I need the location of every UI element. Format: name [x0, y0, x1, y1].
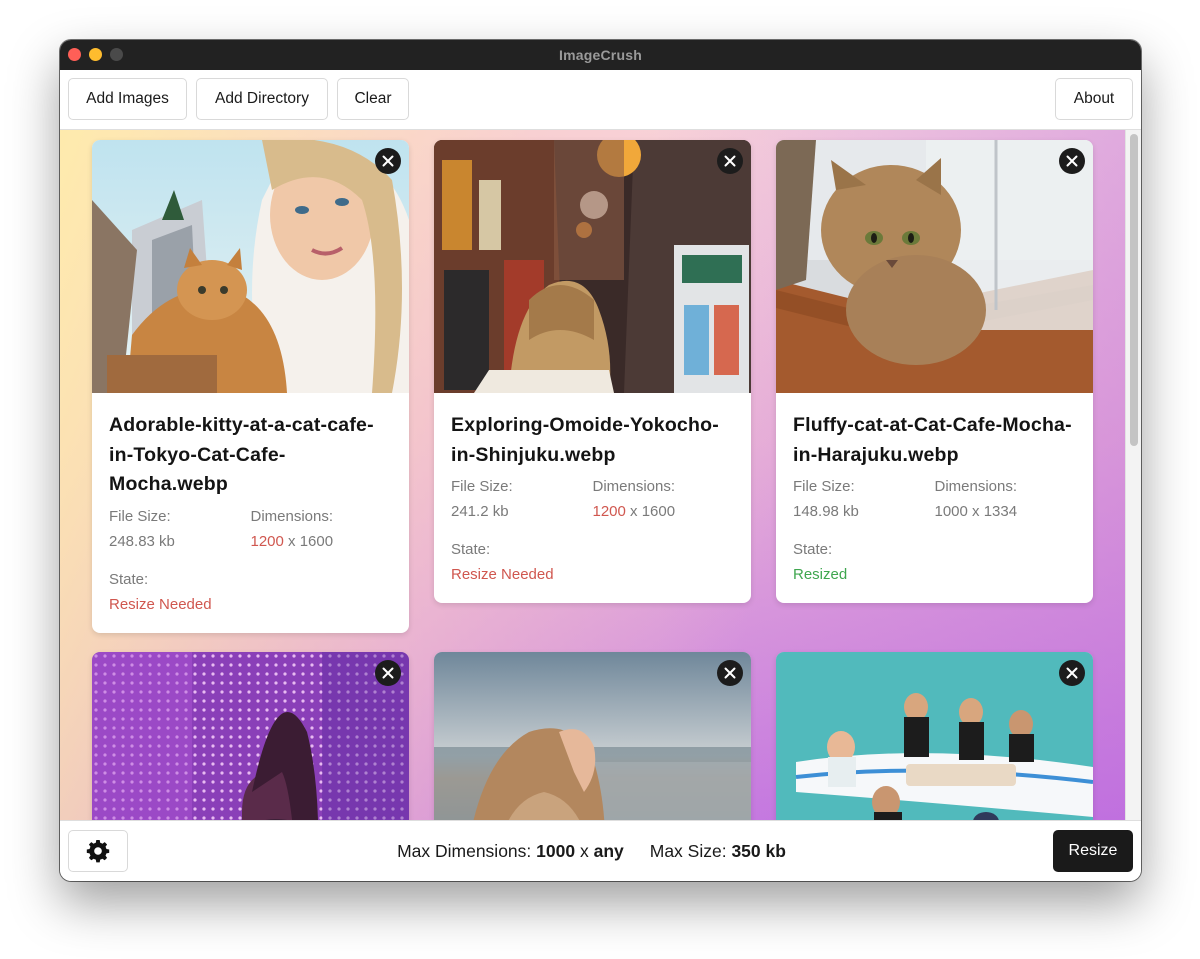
close-icon [1066, 667, 1078, 679]
height-value: 1600 [299, 532, 334, 550]
close-icon [724, 155, 736, 167]
dimensions-value: 1000 x 1334 [935, 499, 1077, 524]
image-thumbnail [434, 140, 751, 393]
file-size-label: File Size: [109, 507, 171, 525]
vertical-scrollbar[interactable] [1125, 130, 1141, 820]
resize-settings-summary: Max Dimensions: 1000 x any Max Size: 350… [60, 821, 1123, 881]
image-thumbnail [434, 652, 751, 820]
file-name: Adorable-kitty-at-a-cat-cafe-in-Tokyo-Ca… [109, 414, 374, 495]
window-title: ImageCrush [559, 47, 642, 63]
image-card: Exploring-Omoide-Yokocho-in-Shinjuku.web… [434, 140, 751, 603]
close-icon [382, 155, 394, 167]
state-value: Resize Needed [109, 595, 212, 613]
title-bar: ImageCrush [60, 40, 1141, 70]
max-width-value: 1000 [536, 841, 576, 861]
remove-image-button[interactable] [375, 660, 401, 686]
scrollbar-thumb[interactable] [1130, 134, 1138, 446]
add-images-button[interactable]: Add Images [68, 78, 187, 120]
file-size-value: 148.98 kb [793, 503, 859, 520]
close-icon [724, 667, 736, 679]
dimensions-label: Dimensions: [592, 478, 676, 495]
max-height-value: any [593, 841, 624, 861]
file-name: Exploring-Omoide-Yokocho-in-Shinjuku.web… [451, 414, 719, 466]
remove-image-button[interactable] [717, 148, 743, 174]
state-value: Resize Needed [451, 566, 554, 583]
image-thumbnail [92, 652, 409, 820]
dimensions-value: 1200 x 1600 [593, 499, 735, 524]
resize-button[interactable]: Resize [1053, 830, 1133, 872]
image-grid[interactable]: Adorable-kitty-at-a-cat-cafe-in-Tokyo-Ca… [60, 130, 1141, 820]
file-size-value: 248.83 kb [109, 532, 175, 550]
about-button[interactable]: About [1055, 78, 1133, 120]
max-dimensions-separator: x [579, 841, 589, 861]
height-value: 1334 [983, 503, 1018, 520]
max-dimensions-label: Max Dimensions: [397, 841, 532, 861]
dimensions-label: Dimensions: [934, 478, 1018, 495]
image-card [434, 652, 751, 820]
max-dimensions: Max Dimensions: 1000 x any [397, 841, 624, 862]
max-size: Max Size: 350 kb [650, 841, 786, 862]
max-size-value: 350 kb [731, 841, 786, 861]
toolbar: Add Images Add Directory Clear About [60, 70, 1141, 130]
clear-button[interactable]: Clear [337, 78, 409, 120]
image-card [776, 652, 1093, 820]
height-value: 1600 [641, 503, 676, 520]
close-window-button[interactable] [68, 48, 81, 61]
dimensions-label: Dimensions: [250, 507, 334, 525]
max-size-label: Max Size: [649, 841, 727, 861]
dimension-separator: x [630, 503, 638, 520]
remove-image-button[interactable] [1059, 148, 1085, 174]
image-thumbnail [776, 652, 1093, 820]
remove-image-button[interactable] [717, 660, 743, 686]
remove-image-button[interactable] [1059, 660, 1085, 686]
file-size-value: 241.2 kb [451, 503, 509, 520]
minimize-window-button[interactable] [89, 48, 102, 61]
state-value: Resized [793, 566, 848, 583]
image-thumbnail [776, 140, 1093, 393]
image-thumbnail [92, 140, 409, 393]
state-label: State: [109, 570, 149, 588]
close-icon [1066, 155, 1078, 167]
image-card [92, 652, 409, 820]
width-value: 1200 [592, 503, 626, 520]
add-directory-button[interactable]: Add Directory [196, 78, 328, 120]
dimension-separator: x [972, 503, 980, 520]
image-card: Fluffy-cat-at-Cat-Cafe-Mocha-in-Harajuku… [776, 140, 1093, 603]
remove-image-button[interactable] [375, 148, 401, 174]
close-icon [382, 667, 394, 679]
bottom-bar: Max Dimensions: 1000 x any Max Size: 350… [60, 820, 1141, 881]
file-size-label: File Size: [451, 478, 513, 495]
dimension-separator: x [288, 532, 296, 550]
state-label: State: [793, 541, 833, 558]
file-size-label: File Size: [793, 478, 855, 495]
image-card: Adorable-kitty-at-a-cat-cafe-in-Tokyo-Ca… [92, 140, 409, 633]
dimensions-value: 1200 x 1600 [251, 529, 393, 554]
width-value: 1200 [250, 532, 284, 550]
width-value: 1000 [934, 503, 968, 520]
state-label: State: [451, 541, 491, 558]
file-name: Fluffy-cat-at-Cat-Cafe-Mocha-in-Harajuku… [793, 414, 1072, 466]
app-window: ImageCrush Add Images Add Directory Clea… [60, 40, 1141, 881]
window-controls [68, 48, 123, 61]
zoom-window-button[interactable] [110, 48, 123, 61]
